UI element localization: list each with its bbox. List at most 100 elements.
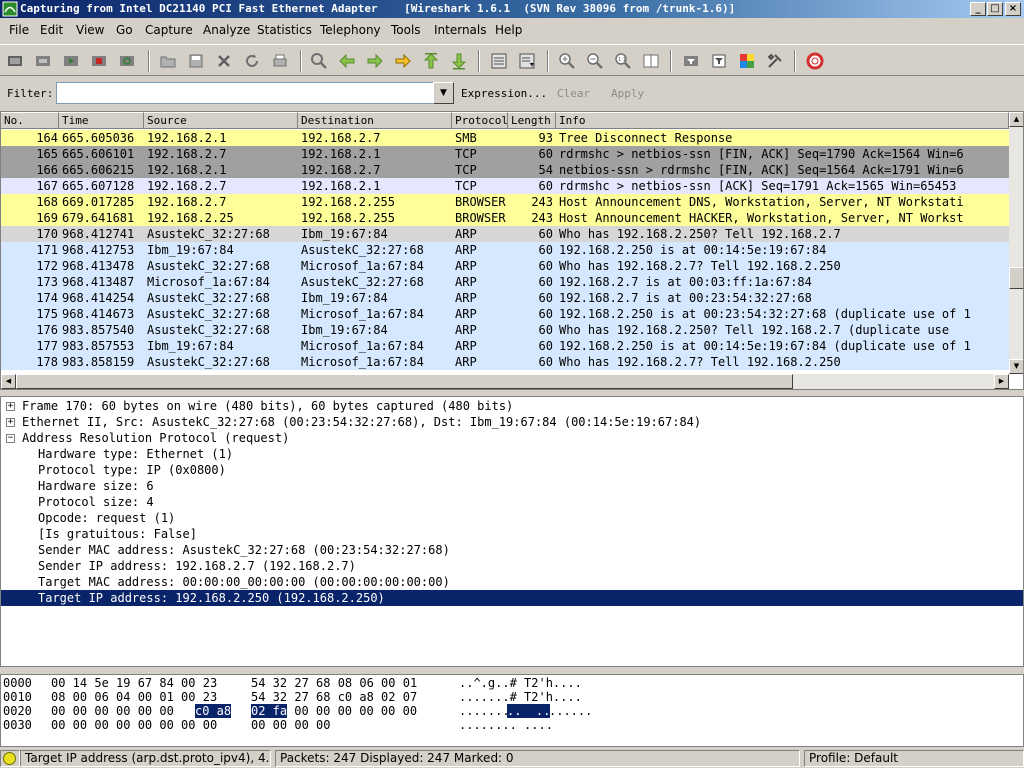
go-to-packet-icon[interactable] <box>393 51 413 71</box>
expand-icon[interactable]: + <box>6 418 15 427</box>
scroll-down-icon[interactable]: ▼ <box>1009 359 1023 374</box>
detail-row[interactable]: Hardware size: 6 <box>1 478 1023 494</box>
packet-row[interactable]: 175 968.414673 AsustekC_32:27:68 Microsof_1… <box>1 306 1009 322</box>
packet-row[interactable]: 172 968.413478 AsustekC_32:27:68 Microsof_1… <box>1 258 1009 274</box>
detail-row[interactable]: Opcode: request (1) <box>1 510 1023 526</box>
packet-row[interactable]: 177 983.857553 Ibm_19:67:84 Microsof_1a:67:… <box>1 338 1009 354</box>
resize-columns-icon[interactable] <box>641 51 661 71</box>
packet-row[interactable]: 171 968.412753 Ibm_19:67:84 AsustekC_32:27:… <box>1 242 1009 258</box>
packet-row[interactable]: 164 665.605036 192.168.2.1 192.168.2.7 SMB 93… <box>1 130 1009 146</box>
capture-options-icon[interactable] <box>33 51 53 71</box>
interfaces-icon[interactable] <box>5 51 25 71</box>
detail-row[interactable]: Protocol type: IP (0x0800) <box>1 462 1023 478</box>
scroll-right-icon[interactable]: ▶ <box>994 374 1009 389</box>
close-button[interactable]: × <box>1005 2 1021 16</box>
reload-icon[interactable] <box>242 51 262 71</box>
detail-row[interactable]: Sender IP address: 192.168.2.7 (192.168.… <box>1 558 1023 574</box>
column-header-destination[interactable]: Destination <box>298 112 452 129</box>
scrollbar-thumb[interactable] <box>1009 267 1023 289</box>
packet-row[interactable]: 173 968.413487 Microsof_1a:67:84 AsustekC_3… <box>1 274 1009 290</box>
menu-telephony[interactable]: Telephony <box>320 23 381 37</box>
detail-row[interactable]: Target MAC address: 00:00:00_00:00:00 (0… <box>1 574 1023 590</box>
packet-row[interactable]: 165 665.606101 192.168.2.7 192.168.2.1 TCP 60… <box>1 146 1009 162</box>
stop-capture-icon[interactable] <box>89 51 109 71</box>
packet-details-pane[interactable]: + Frame 170: 60 bytes on wire (480 bits),… <box>0 396 1024 667</box>
apply-filter-button[interactable]: Apply <box>611 87 644 100</box>
pane-splitter[interactable] <box>0 667 1024 674</box>
expand-icon[interactable]: + <box>6 402 15 411</box>
menu-tools[interactable]: Tools <box>391 23 421 37</box>
print-icon[interactable] <box>270 51 290 71</box>
help-icon[interactable] <box>805 51 825 71</box>
zoom-out-icon[interactable] <box>585 51 605 71</box>
preferences-icon[interactable] <box>765 51 785 71</box>
normal-size-icon[interactable]: 1:1 <box>613 51 633 71</box>
detail-row[interactable]: + Ethernet II, Src: AsustekC_32:27:68 (00… <box>1 414 1023 430</box>
clear-filter-button[interactable]: Clear <box>557 87 590 100</box>
packet-list-pane[interactable]: No. Time Source Destination Protocol Len… <box>0 111 1024 390</box>
detail-row[interactable]: Protocol size: 4 <box>1 494 1023 510</box>
coloring-rules-icon[interactable] <box>737 51 757 71</box>
packet-list-vertical-scrollbar[interactable]: ▲ ▼ <box>1009 112 1023 374</box>
display-filters-icon[interactable] <box>709 51 729 71</box>
detail-row-selected[interactable]: Target IP address: 192.168.2.250 (192.16… <box>1 590 1023 606</box>
menu-help[interactable]: Help <box>495 23 522 37</box>
title-bar[interactable]: Capturing from Intel DC21140 PCI Fast Et… <box>0 0 1024 18</box>
packet-row[interactable]: 168 669.017285 192.168.2.7 192.168.2.255 BRO… <box>1 194 1009 210</box>
detail-row[interactable]: [Is gratuitous: False] <box>1 526 1023 542</box>
go-back-icon[interactable] <box>337 51 357 71</box>
first-packet-icon[interactable] <box>421 51 441 71</box>
zoom-in-icon[interactable] <box>557 51 577 71</box>
packet-list-horizontal-scrollbar[interactable]: ◀ ▶ <box>1 374 1009 389</box>
profile-status[interactable]: Profile: Default <box>804 750 1024 767</box>
menu-statistics[interactable]: Statistics <box>257 23 312 37</box>
scrollbar-thumb[interactable] <box>16 374 793 389</box>
menu-view[interactable]: View <box>76 23 104 37</box>
filter-dropdown-button[interactable]: ▼ <box>433 82 454 104</box>
colorize-icon[interactable] <box>489 51 509 71</box>
close-file-icon[interactable] <box>214 51 234 71</box>
restart-capture-icon[interactable] <box>117 51 137 71</box>
go-forward-icon[interactable] <box>365 51 385 71</box>
packet-row[interactable]: 170 968.412741 AsustekC_32:27:68 Ibm_19:67:… <box>1 226 1009 242</box>
display-filter-input[interactable] <box>56 82 434 104</box>
scroll-left-icon[interactable]: ◀ <box>1 374 16 389</box>
menu-go[interactable]: Go <box>116 23 133 37</box>
detail-row[interactable]: + Frame 170: 60 bytes on wire (480 bits),… <box>1 398 1023 414</box>
column-header-protocol[interactable]: Protocol <box>452 112 508 129</box>
last-packet-icon[interactable] <box>449 51 469 71</box>
menu-edit[interactable]: Edit <box>40 23 63 37</box>
column-header-length[interactable]: Length <box>508 112 556 129</box>
packet-bytes-pane[interactable]: 0000 00 14 5e 19 67 84 00 23 54 32 27 68… <box>0 674 1024 747</box>
expert-info-indicator[interactable] <box>0 750 20 767</box>
packet-row[interactable]: 166 665.606215 192.168.2.1 192.168.2.7 TCP 54… <box>1 162 1009 178</box>
menu-analyze[interactable]: Analyze <box>203 23 250 37</box>
expression-button[interactable]: Expression... <box>461 87 547 100</box>
packet-row[interactable]: 167 665.607128 192.168.2.7 192.168.2.1 TCP 60… <box>1 178 1009 194</box>
packet-row[interactable]: 176 983.857540 AsustekC_32:27:68 Ibm_19:67:… <box>1 322 1009 338</box>
find-packet-icon[interactable] <box>309 51 329 71</box>
packet-row[interactable]: 178 983.858159 AsustekC_32:27:68 Microsof_1… <box>1 354 1009 370</box>
start-capture-icon[interactable] <box>61 51 81 71</box>
column-header-info[interactable]: Info <box>556 112 1009 129</box>
column-header-time[interactable]: Time <box>59 112 144 129</box>
packet-protocol: ARP <box>455 291 477 305</box>
packet-row[interactable]: 174 968.414254 AsustekC_32:27:68 Ibm_19:67:… <box>1 290 1009 306</box>
collapse-icon[interactable]: − <box>6 434 15 443</box>
menu-file[interactable]: File <box>9 23 29 37</box>
minimize-button[interactable]: _ <box>970 2 986 16</box>
column-header-no[interactable]: No. <box>1 112 59 129</box>
scroll-up-icon[interactable]: ▲ <box>1009 112 1023 127</box>
open-file-icon[interactable] <box>158 51 178 71</box>
detail-row[interactable]: Sender MAC address: AsustekC_32:27:68 (0… <box>1 542 1023 558</box>
capture-filters-icon[interactable] <box>681 51 701 71</box>
menu-internals[interactable]: Internals <box>434 23 487 37</box>
menu-capture[interactable]: Capture <box>145 23 193 37</box>
auto-scroll-icon[interactable] <box>517 51 537 71</box>
detail-row[interactable]: − Address Resolution Protocol (request) <box>1 430 1023 446</box>
detail-row[interactable]: Hardware type: Ethernet (1) <box>1 446 1023 462</box>
packet-row[interactable]: 169 679.641681 192.168.2.25 192.168.2.255 BR… <box>1 210 1009 226</box>
maximize-button[interactable]: □ <box>987 2 1003 16</box>
column-header-source[interactable]: Source <box>144 112 298 129</box>
save-file-icon[interactable] <box>186 51 206 71</box>
